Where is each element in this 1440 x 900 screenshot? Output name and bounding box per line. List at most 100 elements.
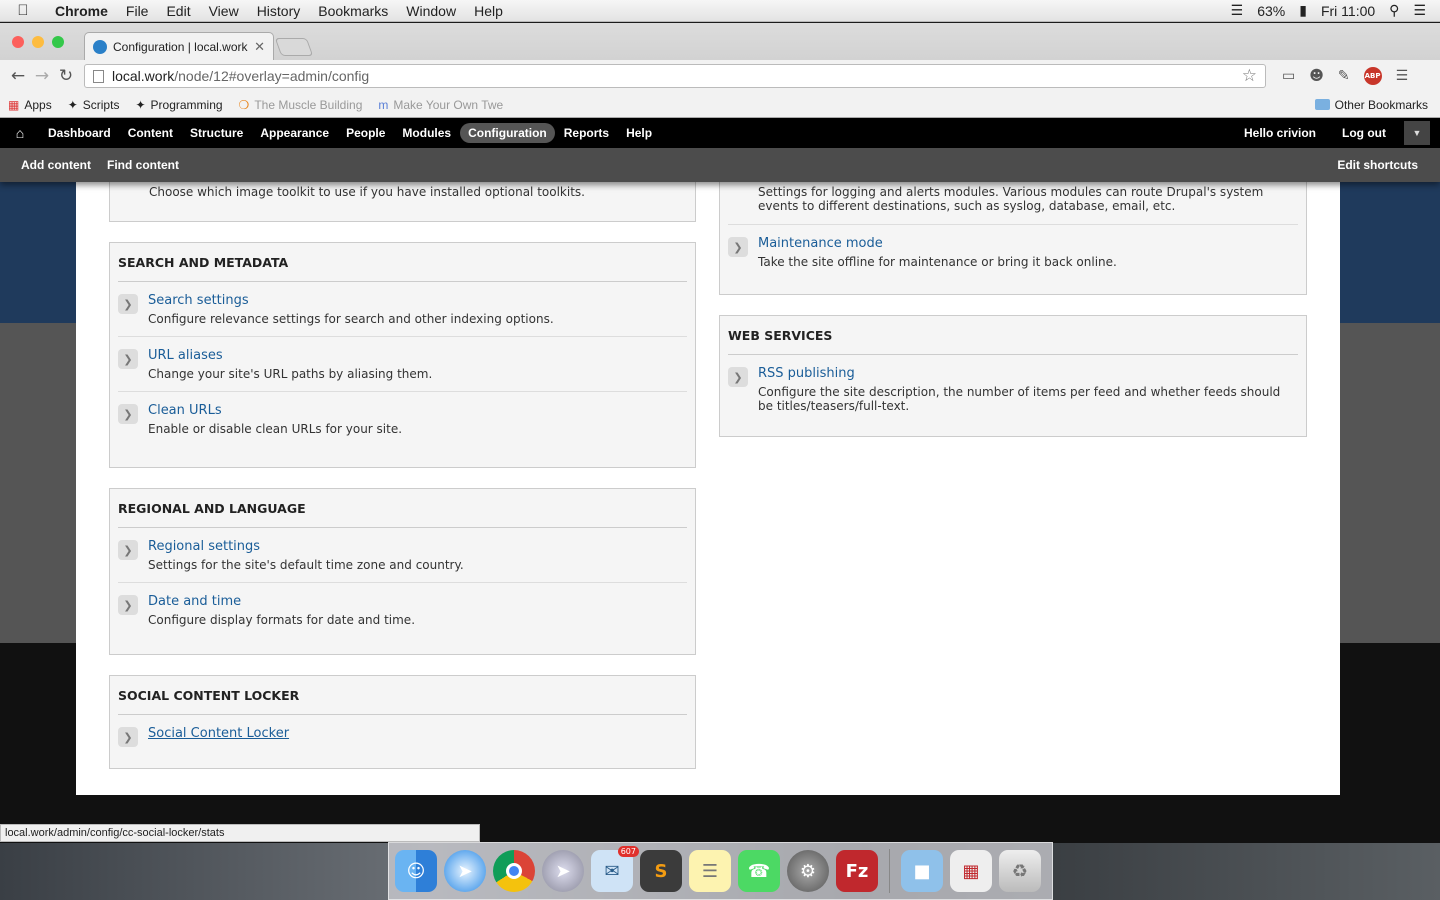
trash-icon[interactable]: ♻ — [999, 850, 1041, 892]
chrome-icon[interactable] — [493, 850, 535, 892]
bookmark-label: Programming — [150, 97, 223, 112]
battery-icon[interactable]: ▮ — [1299, 2, 1307, 19]
config-overlay: Choose which image toolkit to use if you… — [76, 182, 1340, 795]
facetime-icon[interactable]: ☎ — [738, 850, 780, 892]
toolbar-help[interactable]: Help — [618, 123, 660, 143]
rss-publishing-link[interactable]: RSS publishing — [758, 366, 1298, 381]
url-aliases-link[interactable]: URL aliases — [148, 348, 687, 363]
shortcut-find-content[interactable]: Find content — [99, 158, 187, 172]
bookmark-star-icon[interactable]: ☆ — [1242, 66, 1257, 86]
folder-icon — [1314, 99, 1330, 110]
mail-icon[interactable]: ✉ 607 — [591, 846, 639, 892]
bookmark-muscle-building[interactable]: ❍ The Muscle Building — [239, 98, 363, 112]
clock[interactable]: Fri 11:00 — [1321, 3, 1375, 19]
minimize-window-button[interactable] — [32, 36, 44, 48]
menu-history[interactable]: History — [248, 3, 310, 19]
search-settings-link[interactable]: Search settings — [148, 293, 687, 308]
menu-window[interactable]: Window — [397, 3, 465, 19]
entry-desc: Configure relevance settings for search … — [148, 312, 554, 326]
regional-settings-link[interactable]: Regional settings — [148, 539, 687, 554]
toolbar-configuration[interactable]: Configuration — [460, 123, 555, 143]
launchpad-icon[interactable]: ➤ — [542, 850, 584, 892]
chrome-menu-icon[interactable]: ☰ — [1396, 68, 1409, 84]
macos-menubar:  Chrome File Edit View History Bookmark… — [0, 0, 1440, 22]
greeting-text: Hello — [1243, 126, 1277, 140]
ruler-extension-icon[interactable]: ▭ — [1282, 68, 1295, 84]
toolbar-dashboard[interactable]: Dashboard — [40, 123, 119, 143]
browser-tab[interactable]: Configuration | local.work ✕ — [84, 32, 274, 60]
menu-bookmarks[interactable]: Bookmarks — [309, 3, 397, 19]
menu-app-chrome[interactable]: Chrome — [46, 3, 117, 19]
bookmark-apps[interactable]: ▦ Apps — [8, 98, 52, 112]
bookmark-make-your-own[interactable]: m Make Your Own Twe — [378, 98, 503, 112]
config-entry: ❯ Date and time Configure display format… — [118, 583, 687, 637]
config-entry: ❯ Search settings Configure relevance se… — [118, 282, 687, 337]
entry-desc: Settings for the site's default time zon… — [148, 558, 464, 572]
spotlight-icon[interactable]: ⚲ — [1389, 2, 1399, 19]
toolbar-structure[interactable]: Structure — [182, 123, 251, 143]
social-content-locker-panel: SOCIAL CONTENT LOCKER ❯ Social Content L… — [109, 675, 696, 769]
apple-icon[interactable]:  — [0, 2, 46, 19]
sublime-text-icon[interactable]: S — [640, 850, 682, 892]
dock-separator — [889, 849, 890, 893]
home-icon[interactable]: ⌂ — [0, 125, 40, 141]
adblock-plus-icon[interactable]: ABP — [1363, 67, 1382, 85]
system-preferences-icon[interactable]: ⚙ — [787, 850, 829, 892]
bookmarks-bar: ▦ Apps ✦ Scripts ✦ Programming ❍ The Muscle … — [0, 92, 1440, 118]
toolbar-content[interactable]: Content — [120, 123, 181, 143]
close-window-button[interactable] — [12, 36, 24, 48]
documents-folder-icon[interactable]: ■ — [901, 850, 943, 892]
safari-icon[interactable]: ➤ — [444, 850, 486, 892]
notes-icon[interactable]: ☰ — [689, 850, 731, 892]
entry-desc: Take the site offline for maintenance or… — [758, 255, 1117, 269]
maintenance-mode-link[interactable]: Maintenance mode — [758, 236, 1298, 251]
menu-view[interactable]: View — [200, 3, 248, 19]
shortcut-add-content[interactable]: Add content — [13, 158, 99, 172]
chevron-right-icon: ❯ — [118, 294, 138, 314]
menu-edit[interactable]: Edit — [157, 3, 199, 19]
notification-center-icon[interactable]: ☰ — [1413, 2, 1426, 19]
filezilla-icon[interactable]: Fz — [836, 850, 878, 892]
other-bookmarks[interactable]: Other Bookmarks — [1314, 98, 1428, 112]
address-bar[interactable]: local.work/node/12#overlay=admin/config … — [84, 64, 1266, 88]
filezilla-files-icon[interactable]: ▦ — [950, 850, 992, 892]
username: crivion — [1276, 126, 1317, 140]
config-entry: ❯ Clean URLs Enable or disable clean URL… — [118, 392, 687, 446]
user-extension-icon[interactable]: ☻ — [1309, 68, 1324, 84]
edit-shortcuts-link[interactable]: Edit shortcuts — [1337, 158, 1440, 172]
toggle-shortcuts-icon[interactable]: ▼ — [1404, 121, 1430, 145]
zoom-window-button[interactable] — [52, 36, 64, 48]
toolbar-appearance[interactable]: Appearance — [252, 123, 337, 143]
wifi-icon[interactable]: ☰ — [1231, 2, 1244, 19]
forward-arrow-icon[interactable]: → — [30, 66, 54, 86]
toolbar-reports[interactable]: Reports — [556, 123, 617, 143]
url-host: local.work — [112, 68, 175, 84]
chevron-right-icon: ❯ — [728, 367, 748, 387]
chevron-right-icon: ❯ — [118, 349, 138, 369]
reload-icon[interactable]: ↻ — [54, 66, 78, 86]
bookmark-programming[interactable]: ✦ Programming — [135, 98, 222, 112]
eyedropper-extension-icon[interactable]: ✎ — [1338, 68, 1350, 84]
bookmark-scripts[interactable]: ✦ Scripts — [68, 98, 120, 112]
menu-help[interactable]: Help — [465, 3, 512, 19]
browser-window: Configuration | local.work ✕ ← → ↻ local… — [0, 23, 1440, 118]
url-path: /node/12#overlay=admin/config — [174, 68, 370, 84]
clean-urls-link[interactable]: Clean URLs — [148, 403, 687, 418]
social-content-locker-link[interactable]: Social Content Locker — [148, 726, 687, 741]
media-panel: Choose which image toolkit to use if you… — [109, 182, 696, 222]
close-tab-icon[interactable]: ✕ — [254, 39, 265, 55]
new-tab-button[interactable] — [274, 38, 314, 56]
battery-percent[interactable]: 63% — [1257, 3, 1285, 19]
menu-file[interactable]: File — [117, 3, 158, 19]
user-greeting[interactable]: Hello crivion — [1236, 123, 1324, 143]
config-entry: ❯ Social Content Locker — [118, 715, 687, 755]
toolbar-modules[interactable]: Modules — [394, 123, 459, 143]
entry-desc: Configure display formats for date and t… — [148, 613, 416, 627]
back-arrow-icon[interactable]: ← — [6, 66, 30, 86]
finder-icon[interactable]: ☺ — [395, 850, 437, 892]
toolbar-people[interactable]: People — [338, 123, 393, 143]
apps-grid-icon: ▦ — [8, 97, 20, 112]
mail-badge: 607 — [617, 846, 639, 857]
logout-link[interactable]: Log out — [1334, 123, 1394, 143]
date-time-link[interactable]: Date and time — [148, 594, 687, 609]
